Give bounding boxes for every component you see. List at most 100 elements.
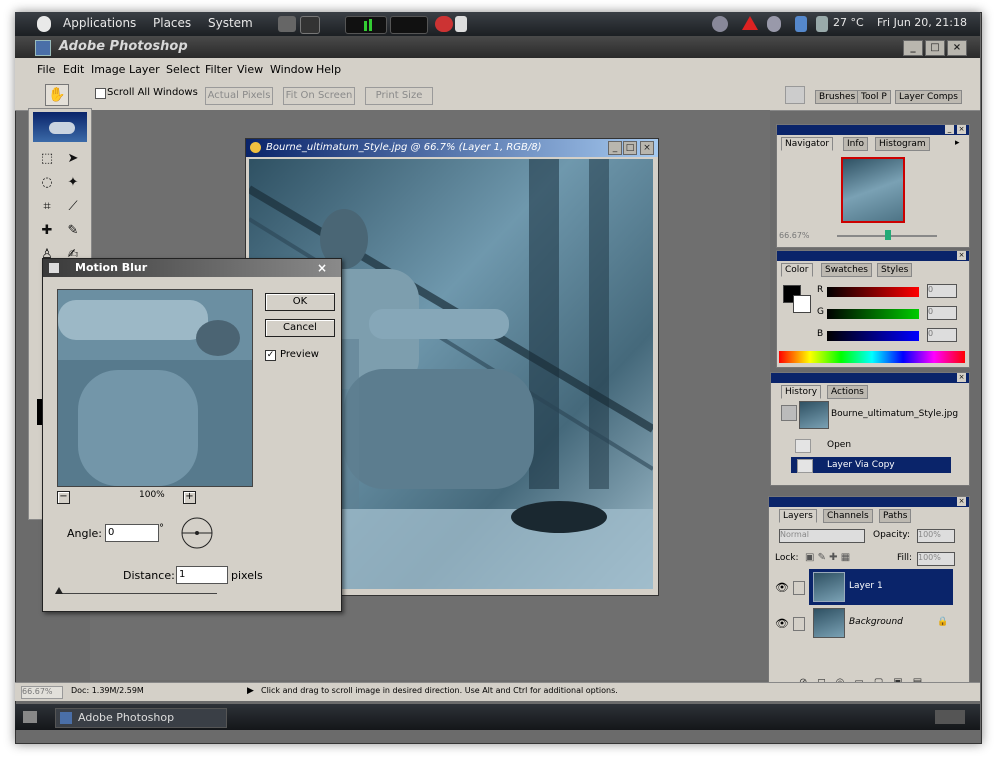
- angle-dial[interactable]: [179, 515, 215, 551]
- layers-palette-header[interactable]: ×: [769, 497, 969, 507]
- distance-slider-handle[interactable]: [55, 587, 63, 594]
- menu-file[interactable]: File: [37, 63, 55, 76]
- system-monitor-icon[interactable]: [345, 16, 387, 34]
- dialog-close-icon[interactable]: ×: [317, 259, 327, 277]
- navigator-close-icon[interactable]: ×: [957, 125, 966, 134]
- firefox-icon[interactable]: [435, 16, 453, 32]
- terminal-icon[interactable]: [300, 16, 320, 34]
- document-close-button[interactable]: ×: [640, 141, 654, 155]
- background-layer-row[interactable]: Background 🔒: [809, 605, 953, 641]
- navigator-palette-header[interactable]: _ ×: [777, 125, 969, 135]
- blue-value[interactable]: 0: [927, 328, 957, 342]
- panel-menu-system[interactable]: System: [208, 16, 253, 30]
- tab-paths[interactable]: Paths: [879, 509, 912, 523]
- healing-brush-tool-icon[interactable]: ✚: [37, 221, 57, 241]
- tab-history[interactable]: History: [781, 385, 822, 399]
- history-palette-header[interactable]: ×: [771, 373, 969, 383]
- menu-layer[interactable]: Layer: [129, 63, 160, 76]
- history-snapshot-label[interactable]: Bourne_ultimatum_Style.jpg: [831, 409, 958, 419]
- navigator-zoom-value[interactable]: 66.67%: [779, 231, 810, 240]
- red-slider[interactable]: [827, 287, 919, 297]
- dialog-menu-icon[interactable]: [49, 263, 59, 273]
- panel-menu-places[interactable]: Places: [153, 16, 191, 30]
- color-spectrum-ramp[interactable]: [779, 351, 965, 363]
- update-icon[interactable]: [712, 16, 728, 32]
- blue-slider[interactable]: [827, 331, 919, 341]
- document-maximize-button[interactable]: □: [623, 141, 637, 155]
- hand-tool-preset-icon[interactable]: ✋: [45, 84, 69, 106]
- zoom-in-button[interactable]: +: [183, 491, 196, 504]
- zoom-out-button[interactable]: −: [57, 491, 70, 504]
- show-desktop-icon[interactable]: [23, 711, 37, 723]
- ok-button[interactable]: OK: [265, 293, 335, 311]
- crop-tool-icon[interactable]: ⌗: [37, 197, 57, 217]
- menu-image[interactable]: Image: [91, 63, 125, 76]
- layer-1-row[interactable]: Layer 1: [809, 569, 953, 605]
- status-zoom[interactable]: 66.67%: [21, 686, 63, 699]
- actual-pixels-button[interactable]: Actual Pixels: [205, 87, 273, 105]
- status-menu-arrow-icon[interactable]: ▶: [247, 686, 254, 696]
- distance-slider-track[interactable]: [57, 593, 217, 594]
- document-icon[interactable]: [455, 16, 467, 32]
- well-tab-brushes[interactable]: Brushes: [815, 90, 860, 104]
- workspace-switcher[interactable]: [935, 710, 965, 724]
- close-button[interactable]: ×: [947, 40, 967, 56]
- background-visibility-eye-icon[interactable]: 👁: [775, 617, 789, 630]
- weather-temperature[interactable]: 27 °C: [833, 16, 864, 29]
- tab-layers[interactable]: Layers: [779, 509, 817, 523]
- history-item-open[interactable]: Open: [827, 440, 851, 450]
- distance-input[interactable]: 1: [176, 566, 228, 584]
- menu-edit[interactable]: Edit: [63, 63, 84, 76]
- background-link-box[interactable]: [793, 617, 805, 631]
- dialog-titlebar[interactable]: Motion Blur ×: [43, 259, 341, 277]
- layer-1-brush-icon[interactable]: [793, 581, 805, 595]
- navigator-menu-icon[interactable]: ▸: [955, 138, 960, 148]
- panel-clock[interactable]: Fri Jun 20, 21:18: [877, 16, 967, 29]
- network-monitor-icon[interactable]: [390, 16, 428, 34]
- color-close-icon[interactable]: ×: [957, 251, 966, 260]
- scroll-all-windows-checkbox[interactable]: [95, 88, 106, 99]
- document-titlebar[interactable]: Bourne_ultimatum_Style.jpg @ 66.7% (Laye…: [246, 139, 658, 157]
- lasso-tool-icon[interactable]: ◌: [37, 173, 57, 193]
- blur-preview-pane[interactable]: [57, 289, 253, 487]
- lock-icons[interactable]: ▣ ✎ ✚ ▦: [805, 552, 850, 563]
- palette-well-icon[interactable]: [785, 86, 805, 104]
- menu-help[interactable]: Help: [316, 63, 341, 76]
- brush-tool-icon[interactable]: ✎: [63, 221, 83, 241]
- launcher-icon[interactable]: [278, 16, 296, 32]
- marquee-tool-icon[interactable]: ⬚: [37, 149, 57, 169]
- color-palette-header[interactable]: ×: [777, 251, 969, 261]
- tab-swatches[interactable]: Swatches: [821, 263, 872, 277]
- tab-color[interactable]: Color: [781, 263, 813, 277]
- history-item-layer-via-copy-row[interactable]: Layer Via Copy: [791, 457, 951, 473]
- network-icon[interactable]: [767, 16, 781, 32]
- tab-channels[interactable]: Channels: [823, 509, 873, 523]
- window-titlebar[interactable]: Adobe Photoshop _ □ ×: [15, 36, 980, 58]
- slice-tool-icon[interactable]: ⟋: [63, 197, 83, 217]
- history-snapshot-thumbnail[interactable]: [799, 401, 829, 429]
- fit-on-screen-button[interactable]: Fit On Screen: [283, 87, 355, 105]
- tab-styles[interactable]: Styles: [877, 263, 913, 277]
- well-tab-layer-comps[interactable]: Layer Comps: [895, 90, 962, 104]
- fill-input[interactable]: 100%: [917, 552, 955, 566]
- menu-filter[interactable]: Filter: [205, 63, 232, 76]
- volume-icon[interactable]: [795, 16, 807, 32]
- navigator-minimize-icon[interactable]: _: [945, 125, 954, 134]
- history-close-icon[interactable]: ×: [957, 373, 966, 382]
- panel-menu-applications[interactable]: Applications: [63, 16, 136, 30]
- menu-select[interactable]: Select: [166, 63, 200, 76]
- preview-checkbox[interactable]: ✓: [265, 350, 276, 361]
- cancel-button[interactable]: Cancel: [265, 319, 335, 337]
- tab-actions[interactable]: Actions: [827, 385, 868, 399]
- print-size-button[interactable]: Print Size: [365, 87, 433, 105]
- magic-wand-tool-icon[interactable]: ✦: [63, 173, 83, 193]
- opacity-input[interactable]: 100%: [917, 529, 955, 543]
- taskbar-photoshop-item[interactable]: Adobe Photoshop: [55, 708, 227, 728]
- blend-mode-select[interactable]: Normal: [779, 529, 865, 543]
- green-value[interactable]: 0: [927, 306, 957, 320]
- red-value[interactable]: 0: [927, 284, 957, 298]
- background-color-box[interactable]: [793, 295, 811, 313]
- tab-info[interactable]: Info: [843, 137, 869, 151]
- gnome-foot-icon[interactable]: [37, 16, 51, 32]
- warning-icon[interactable]: [742, 16, 758, 30]
